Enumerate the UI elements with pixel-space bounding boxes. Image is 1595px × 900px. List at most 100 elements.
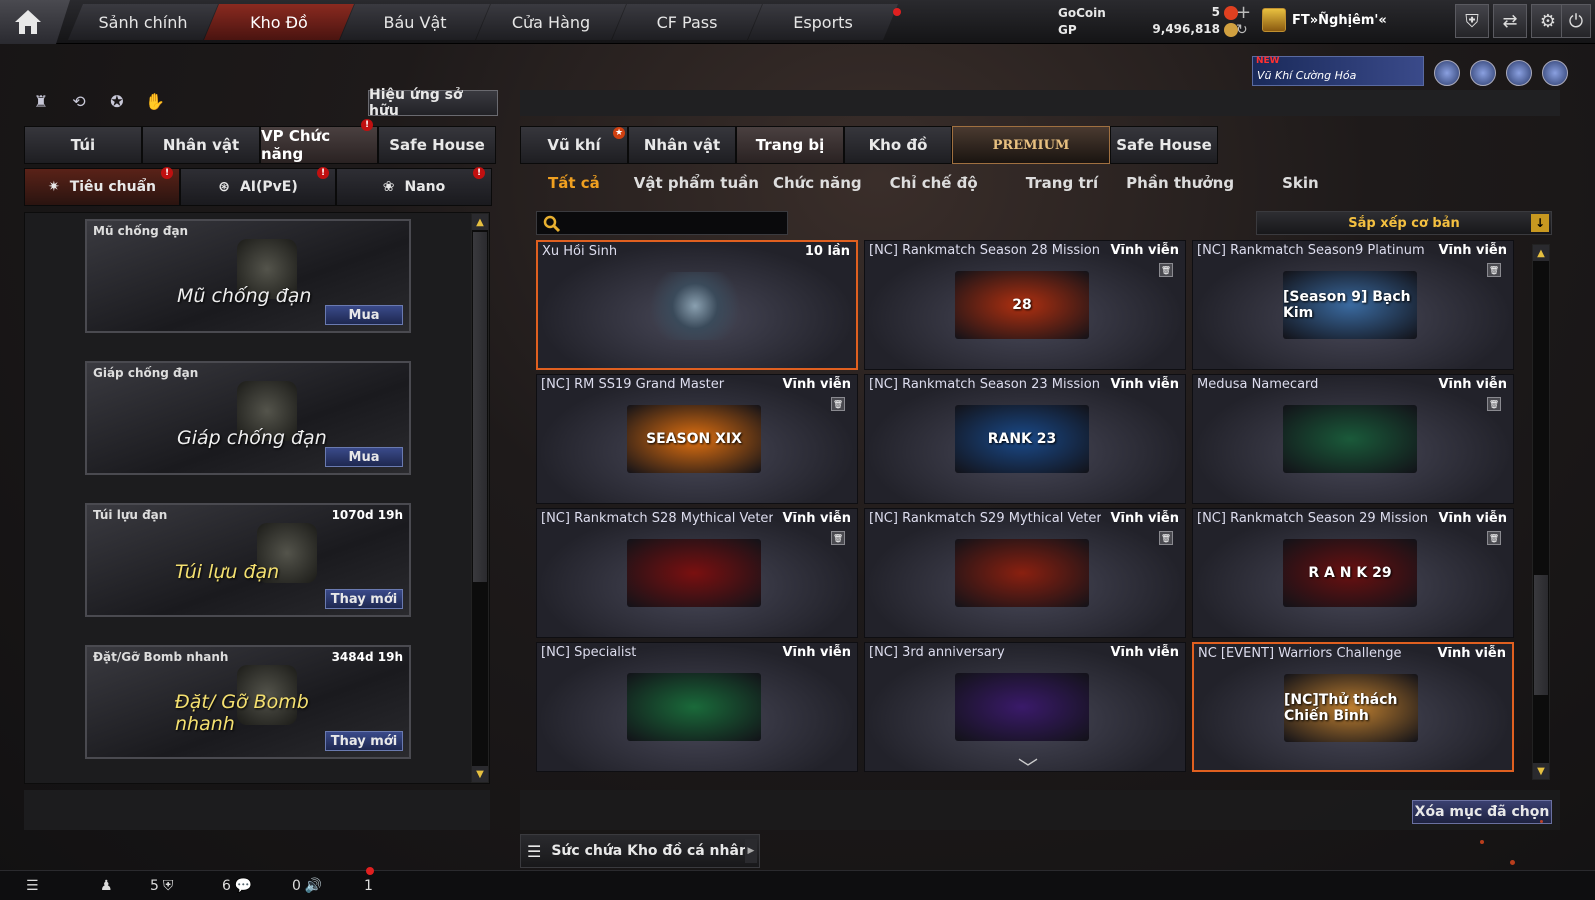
filter-mode[interactable]: Chỉ chế độ bbox=[876, 174, 992, 192]
renew-button[interactable]: Thay mới bbox=[325, 589, 403, 609]
tab-character[interactable]: Nhân vật bbox=[142, 126, 260, 164]
home-button[interactable] bbox=[0, 0, 70, 44]
search-field[interactable] bbox=[536, 211, 788, 235]
nav-tab-lobby[interactable]: Sảnh chính bbox=[68, 4, 218, 40]
event-v-icon[interactable] bbox=[1434, 60, 1460, 86]
promo-banner[interactable]: NEW Vũ Khí Cường Hóa bbox=[1252, 56, 1424, 86]
card-artwork: SEASON XIX bbox=[627, 405, 761, 473]
trash-icon[interactable]: 🗑 bbox=[1159, 263, 1173, 277]
capacity-button[interactable]: ☰ Sức chứa Kho đồ cá nhân ▶ bbox=[520, 834, 760, 868]
trash-icon[interactable]: 🗑 bbox=[1487, 531, 1501, 545]
event-globe-icon[interactable] bbox=[1470, 60, 1496, 86]
clan-icon[interactable]: ♟ bbox=[100, 878, 113, 894]
buy-button[interactable]: Mua bbox=[325, 447, 403, 467]
gear-icon[interactable]: ⚙ bbox=[1531, 4, 1565, 38]
filter-weekly[interactable]: Vật phẩm tuần bbox=[614, 174, 773, 192]
trash-icon[interactable]: 🗑 bbox=[831, 397, 845, 411]
tab-bag[interactable]: Túi bbox=[24, 126, 142, 164]
sort-arrow-icon[interactable]: ↓ bbox=[1531, 214, 1549, 232]
scroll-thumb[interactable] bbox=[473, 232, 487, 582]
filter-functional[interactable]: Chức năng bbox=[773, 174, 876, 192]
item-card[interactable]: [NC] RM SS19 Grand Master Vĩnh viễn 🗑 SEASO… bbox=[536, 374, 858, 504]
buy-button[interactable]: Mua bbox=[325, 305, 403, 325]
power-icon[interactable]: ⏻ bbox=[1561, 4, 1591, 38]
ranking-icon[interactable]: ♜ bbox=[30, 90, 52, 112]
search-input[interactable] bbox=[565, 214, 785, 232]
nav-tab-cf-pass[interactable]: CF Pass bbox=[612, 4, 762, 40]
filter-decoration[interactable]: Trang trí bbox=[992, 174, 1112, 192]
card-title: [NC] Rankmatch Season 29 Mission bbox=[1197, 511, 1428, 526]
nav-tab-shop[interactable]: Cửa Hàng bbox=[476, 4, 626, 40]
alert-icon: ! bbox=[317, 167, 329, 179]
filter-all[interactable]: Tất cả bbox=[520, 174, 614, 192]
tab-storage[interactable]: Kho đồ bbox=[844, 126, 952, 164]
trash-icon[interactable]: 🗑 bbox=[1159, 531, 1173, 545]
trash-icon[interactable]: 🗑 bbox=[831, 531, 845, 545]
menu-list-icon[interactable]: ☰ bbox=[26, 878, 39, 894]
item-card[interactable]: [NC] Rankmatch Season9 Platinum Vĩnh viễn… bbox=[1192, 240, 1514, 370]
notice-status[interactable]: 1 bbox=[364, 878, 373, 894]
list-item[interactable]: Túi lựu đạn 1070d 19h Túi lựu đạn Thay m… bbox=[85, 503, 411, 617]
trash-icon[interactable]: 🗑 bbox=[1487, 263, 1501, 277]
exit-room-icon[interactable]: ⇄ bbox=[1493, 4, 1527, 38]
item-card[interactable]: [NC] Rankmatch Season 28 Mission Vĩnh viễ… bbox=[864, 240, 1186, 370]
owned-effects-button[interactable]: Hiệu ứng sở hữu bbox=[368, 87, 498, 119]
tab-functional-items[interactable]: VP Chức năng ! bbox=[260, 119, 378, 164]
renew-button[interactable]: Thay mới bbox=[325, 731, 403, 751]
history-icon[interactable]: ⟲ bbox=[68, 90, 90, 112]
item-card[interactable]: [NC] Rankmatch Season 23 Mission Vĩnh viễ… bbox=[864, 374, 1186, 504]
refresh-icon[interactable]: ↻ bbox=[1236, 22, 1248, 38]
trash-icon[interactable]: 🗑 bbox=[1487, 397, 1501, 411]
player-info[interactable]: FT»Ñghịêm'« bbox=[1262, 8, 1387, 32]
chevron-right-icon[interactable]: ▶ bbox=[745, 839, 757, 863]
grid-scrollbar[interactable]: ▲ ▼ bbox=[1532, 244, 1550, 780]
tab-premium[interactable]: PREMIUM bbox=[952, 126, 1110, 164]
scroll-down-icon[interactable]: ▼ bbox=[472, 766, 488, 782]
voice-status[interactable]: 0 🔊 bbox=[292, 878, 322, 894]
shield-icon[interactable]: ⛨ bbox=[1455, 4, 1489, 38]
left-scrollbar[interactable]: ▲ ▼ bbox=[471, 213, 489, 783]
search-icon bbox=[543, 215, 561, 233]
list-item[interactable]: Đặt/Gỡ Bomb nhanh 3484d 19h Đặt/ Gỡ Bomb… bbox=[85, 645, 411, 759]
list-item[interactable]: Mũ chống đạn Mũ chống đạn Mua bbox=[85, 219, 411, 333]
delete-selected-button[interactable]: Xóa mục đã chọn bbox=[1412, 800, 1552, 824]
item-card[interactable]: Medusa Namecard Vĩnh viễn 🗑 bbox=[1192, 374, 1514, 504]
tab-equipment[interactable]: Trang bị bbox=[736, 126, 844, 164]
card-artwork bbox=[955, 539, 1089, 607]
tab-safe-house[interactable]: Safe House bbox=[1110, 126, 1218, 164]
item-card[interactable]: [NC] Rankmatch Season 29 Mission Vĩnh viễ… bbox=[1192, 508, 1514, 638]
event-star-icon[interactable] bbox=[1506, 60, 1532, 86]
tab-weapons[interactable]: Vũ khí ★ bbox=[520, 126, 628, 164]
list-item[interactable]: Giáp chống đạn Giáp chống đạn Mua bbox=[85, 361, 411, 475]
item-card[interactable]: [NC] Specialist Vĩnh viễn bbox=[536, 642, 858, 772]
filter-rewards[interactable]: Phần thưởng bbox=[1112, 174, 1248, 192]
character-icon[interactable]: ✪ bbox=[106, 90, 128, 112]
scroll-up-icon[interactable]: ▲ bbox=[472, 214, 488, 230]
event-w-icon[interactable] bbox=[1542, 60, 1568, 86]
filter-skin[interactable]: Skin bbox=[1248, 174, 1333, 192]
promo-text: Vũ Khí Cường Hóa bbox=[1257, 68, 1357, 82]
item-card[interactable]: [NC] Rankmatch S29 Mythical Veteran Vĩnh … bbox=[864, 508, 1186, 638]
tab-safe-house[interactable]: Safe House bbox=[378, 126, 496, 164]
item-card[interactable]: Xu Hồi Sinh 10 lần bbox=[536, 240, 858, 370]
add-currency-button[interactable]: + bbox=[1236, 2, 1251, 23]
scroll-down-icon[interactable]: ▼ bbox=[1533, 763, 1549, 779]
subtab-nano[interactable]: ❀ Nano ! bbox=[336, 167, 492, 206]
nav-tab-inventory[interactable]: Kho Đồ bbox=[204, 4, 354, 40]
subtab-ai-pve[interactable]: ⊛ AI(PvE) ! bbox=[180, 167, 336, 206]
nav-tab-esports[interactable]: Esports bbox=[748, 4, 898, 40]
item-card[interactable]: [NC] Rankmatch S28 Mythical Veteran Vĩnh … bbox=[536, 508, 858, 638]
subtab-standard[interactable]: ✷ Tiêu chuẩn ! bbox=[24, 167, 180, 206]
scroll-thumb[interactable] bbox=[1534, 575, 1548, 695]
card-duration: 10 lần bbox=[804, 244, 850, 259]
clan-status[interactable]: 5 ⛨ bbox=[150, 878, 173, 894]
chevron-down-icon[interactable]: ﹀ bbox=[1018, 752, 1038, 781]
card-artwork: [Season 9] Bạch Kim bbox=[1283, 271, 1417, 339]
scroll-up-icon[interactable]: ▲ bbox=[1533, 245, 1549, 261]
chat-status[interactable]: 6 💬 bbox=[222, 878, 252, 894]
nav-tab-treasure[interactable]: Báu Vật bbox=[340, 4, 490, 40]
item-card[interactable]: NC [EVENT] Warriors Challenge Vĩnh viễn [N… bbox=[1192, 642, 1514, 772]
tab-characters[interactable]: Nhân vật bbox=[628, 126, 736, 164]
gloves-icon[interactable]: ✋ bbox=[144, 90, 166, 112]
sort-dropdown[interactable]: Sắp xếp cơ bản ↓ bbox=[1256, 211, 1552, 235]
